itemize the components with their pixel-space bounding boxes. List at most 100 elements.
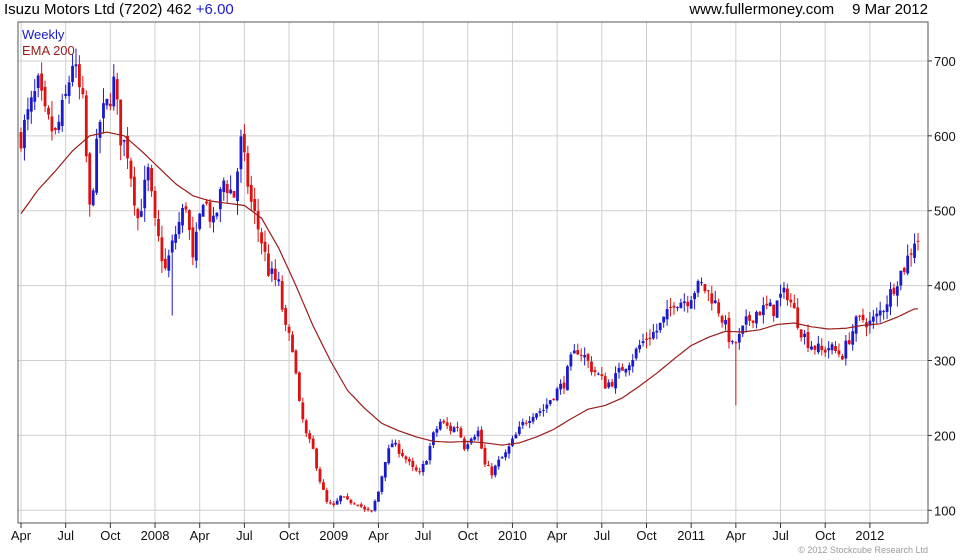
candle-down [411,460,415,468]
candle-down [163,258,167,269]
x-tick-label: Apr [11,528,32,543]
candle-down [205,201,208,204]
candle-down [401,452,404,456]
candle-down [253,198,257,211]
candle-up [64,93,68,96]
candle-up [775,300,779,318]
candle-down [820,345,824,351]
candle-up [112,76,116,107]
x-tick-label: Apr [547,528,568,543]
candle-up [899,270,903,286]
candle-down [84,95,88,157]
candle-up [583,355,587,358]
candle-up [23,119,26,149]
candle-down [487,464,490,467]
candle-down [136,208,140,219]
candle-down [249,184,253,202]
candle-up [679,302,683,309]
grid-lines [18,22,928,523]
x-tick-label: Jul [57,528,74,543]
candle-up [277,279,281,282]
candle-up [913,243,916,258]
y-tick-label: 700 [934,54,956,69]
candle-up [827,348,831,351]
candle-down [315,448,318,469]
candle-down [301,402,305,420]
candle-up [638,344,642,350]
plot-frame [17,21,929,524]
candle-up [493,465,497,476]
candle-down [208,202,212,222]
candle-down [404,456,408,460]
candle-up [803,333,806,337]
candle-down [184,206,188,210]
candle-down [837,350,841,355]
candle-down [456,426,459,428]
candle-up [452,427,456,433]
candle-up [816,343,820,353]
candle-up [696,281,700,293]
candle-up [222,180,226,193]
candle-down [153,190,157,218]
candle-down [586,354,590,361]
candle-down [847,340,851,344]
candle-down [442,420,446,423]
candle-down [603,376,607,389]
candle-up [566,366,569,391]
candle-up [535,413,538,418]
candle-down [43,86,47,107]
candle-up [500,457,504,459]
x-tick-label: Apr [726,528,747,543]
candle-up [167,255,171,271]
candle-down [119,99,123,146]
x-tick-label: Oct [636,528,657,543]
candle-down [349,499,353,504]
candle-up [596,373,600,375]
candle-down [115,79,119,100]
candle-down [621,367,624,371]
candle-up [390,443,394,448]
candle-up [497,459,501,467]
candle-up [810,346,813,350]
candle-up [555,388,559,401]
candle-up [26,109,30,120]
candle-up [201,204,205,217]
candle-down [645,338,648,340]
candle-down [669,307,672,309]
candle-down [758,311,762,316]
y-tick-label: 200 [934,428,956,443]
candle-up [170,240,174,253]
candle-up [476,430,480,437]
candle-down [332,503,336,506]
chart-legend: WeeklyEMA 200 [22,27,75,58]
candle-down [418,471,422,473]
candle-down [325,490,329,502]
candle-down [414,467,418,471]
candle-down [892,287,896,294]
candle-up [755,311,758,324]
candle-down [359,504,363,507]
candle-up [569,354,573,367]
x-tick-label: 2012 [855,528,884,543]
candle-down [772,304,776,317]
candle-up [895,286,899,296]
candle-down [40,73,44,91]
candle-up [143,179,147,209]
candle-down [78,64,81,88]
candle-down [834,346,837,351]
candle-down [480,429,483,449]
candle-down [672,305,676,308]
x-tick-label: 2008 [141,528,170,543]
x-tick-label: 2010 [498,528,527,543]
candle-up [435,428,439,433]
candle-up [469,438,473,444]
candle-down [751,320,755,323]
candle-down [311,438,315,449]
candle-down [287,326,291,333]
candle-down [710,293,714,304]
candle-down [727,317,731,343]
x-tick-label: 2009 [319,528,348,543]
candle-down [267,253,270,276]
candle-down [108,103,112,107]
candle-down [188,210,191,231]
